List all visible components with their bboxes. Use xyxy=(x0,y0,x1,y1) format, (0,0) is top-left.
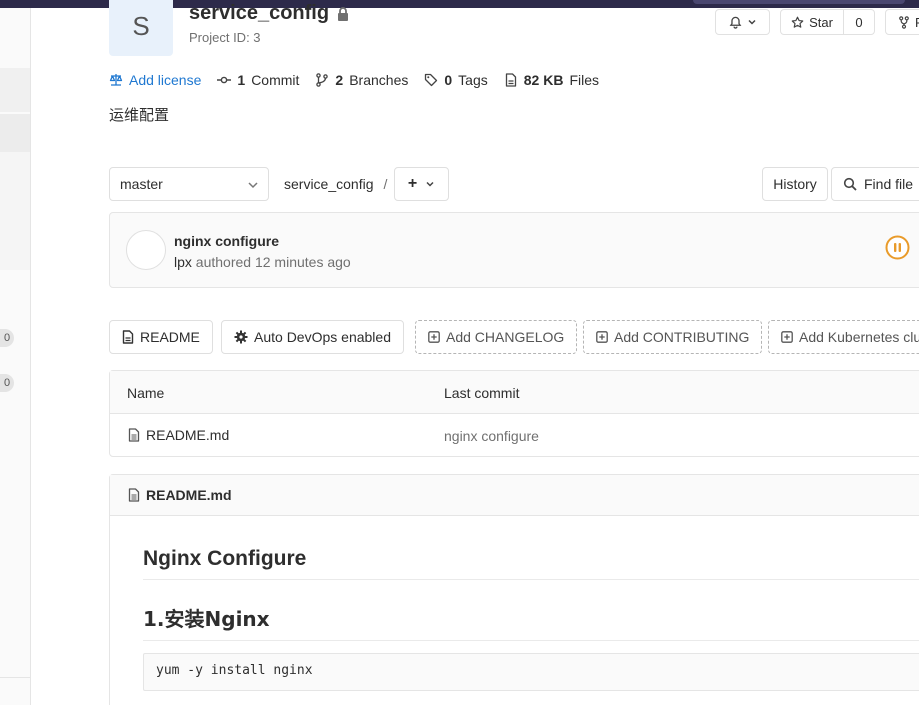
scale-icon xyxy=(109,73,123,87)
files-size: 82 KB xyxy=(523,72,564,88)
readme-code-block: yum -y install nginx xyxy=(143,653,919,691)
chevron-down-icon xyxy=(747,17,757,27)
fork-icon xyxy=(898,15,910,29)
project-avatar: S xyxy=(109,0,173,56)
sidebar-collapse-toggle[interactable] xyxy=(0,677,30,705)
branches-count: 2 xyxy=(335,72,344,88)
sidebar-submenu xyxy=(0,152,30,270)
commits-count: 1 xyxy=(237,72,246,88)
table-header: Name Last commit xyxy=(110,371,919,414)
search-box[interactable] xyxy=(693,0,905,4)
branch-selector[interactable]: master xyxy=(109,167,269,201)
find-file-label: Find file xyxy=(864,176,914,192)
sidebar-item-selected[interactable] xyxy=(0,114,30,152)
project-description: 运维配置 xyxy=(109,106,170,124)
add-license-link[interactable]: Add license xyxy=(109,72,201,88)
commit-time: authored 12 minutes ago xyxy=(195,254,351,270)
project-title: service_config xyxy=(189,2,349,25)
tag-icon xyxy=(424,73,438,87)
readme-header: README.md xyxy=(110,475,919,516)
file-icon xyxy=(128,488,140,502)
project-name[interactable]: service_config xyxy=(189,2,329,25)
plus-square-icon xyxy=(596,331,608,343)
branches-label: Branches xyxy=(349,72,409,88)
add-kubernetes-cluster-button[interactable]: Add Kubernetes cluster xyxy=(768,320,919,354)
column-last-commit: Last commit xyxy=(444,385,520,401)
add-contributing-button[interactable]: Add CONTRIBUTING xyxy=(583,320,763,354)
add-kubernetes-cluster-label: Add Kubernetes cluster xyxy=(799,329,919,345)
commits-label: Commit xyxy=(251,72,300,88)
commit-meta: lpx authored 12 minutes ago xyxy=(174,254,351,270)
last-commit-panel: nginx configure lpx authored 12 minutes … xyxy=(109,212,919,288)
file-icon xyxy=(122,330,134,344)
tags-link[interactable]: 0 Tags xyxy=(424,72,488,88)
chevron-down-icon xyxy=(425,179,435,189)
breadcrumb-separator: / xyxy=(383,176,388,192)
sidebar-merge-requests-count[interactable]: 0 xyxy=(0,374,14,392)
find-file-button[interactable]: Find file xyxy=(831,167,919,201)
column-name: Name xyxy=(127,385,165,401)
commit-icon xyxy=(217,73,232,87)
plus-square-icon xyxy=(781,331,793,343)
file-icon xyxy=(504,73,518,87)
readme-panel: README.md Nginx Configure 1.安装Nginx yum … xyxy=(109,474,919,705)
auto-devops-button[interactable]: Auto DevOps enabled xyxy=(221,320,404,354)
plus-icon: + xyxy=(407,175,418,192)
avatar[interactable] xyxy=(126,230,166,270)
branches-link[interactable]: 2 Branches xyxy=(315,72,408,88)
star-count[interactable]: 0 xyxy=(843,9,875,35)
star-label: Star xyxy=(809,14,833,30)
readme-filename[interactable]: README.md xyxy=(146,487,232,503)
breadcrumb-project[interactable]: service_config xyxy=(284,176,374,192)
file-name[interactable]: README.md xyxy=(146,427,229,443)
gear-icon xyxy=(234,330,248,344)
file-tree-table: Name Last commit README.md nginx configu… xyxy=(109,370,919,457)
table-row[interactable]: README.md nginx configure xyxy=(110,414,919,457)
add-license-label: Add license xyxy=(129,72,202,88)
auto-devops-label: Auto DevOps enabled xyxy=(254,329,391,345)
add-changelog-label: Add CHANGELOG xyxy=(446,329,565,345)
commits-link[interactable]: 1 Commit xyxy=(217,72,299,88)
search-icon xyxy=(843,177,857,191)
file-name-cell[interactable]: README.md xyxy=(128,427,229,443)
readme-heading-2: 1.安装Nginx xyxy=(143,603,919,641)
readme-button-label: README xyxy=(140,329,200,345)
bell-icon xyxy=(729,16,742,29)
project-id: Project ID: 3 xyxy=(189,30,261,45)
add-file-dropdown[interactable]: + xyxy=(394,167,449,201)
sidebar-item-active[interactable] xyxy=(0,68,30,112)
history-button[interactable]: History xyxy=(762,167,828,201)
branch-icon xyxy=(315,73,329,87)
add-contributing-label: Add CONTRIBUTING xyxy=(614,329,750,345)
branch-selector-value: master xyxy=(120,176,163,192)
plus-square-icon xyxy=(428,331,440,343)
star-icon xyxy=(791,16,804,29)
tags-count: 0 xyxy=(444,72,453,88)
chevron-down-icon xyxy=(247,179,259,191)
pipeline-status-icon[interactable] xyxy=(885,235,910,260)
sidebar-issues-count[interactable]: 0 xyxy=(0,329,14,347)
file-last-commit[interactable]: nginx configure xyxy=(444,428,539,444)
sidebar: 0 0 xyxy=(0,8,31,705)
files-label: Files xyxy=(569,72,599,88)
commit-title[interactable]: nginx configure xyxy=(174,233,279,249)
fork-label: F xyxy=(915,14,919,30)
readme-button[interactable]: README xyxy=(109,320,213,354)
files-link[interactable]: 82 KB Files xyxy=(504,72,599,88)
notification-dropdown[interactable] xyxy=(715,9,770,35)
star-button[interactable]: Star xyxy=(780,9,844,35)
project-stats: Add license 1 Commit 2 Branches 0 Tags 8… xyxy=(109,72,615,88)
add-changelog-button[interactable]: Add CHANGELOG xyxy=(415,320,578,354)
tags-label: Tags xyxy=(458,72,488,88)
file-icon xyxy=(128,428,140,442)
commit-author[interactable]: lpx xyxy=(174,254,192,270)
readme-heading-1: Nginx Configure xyxy=(143,547,919,580)
fork-button[interactable]: F xyxy=(885,9,919,35)
lock-icon xyxy=(337,6,349,21)
breadcrumb: service_config / xyxy=(284,176,387,192)
